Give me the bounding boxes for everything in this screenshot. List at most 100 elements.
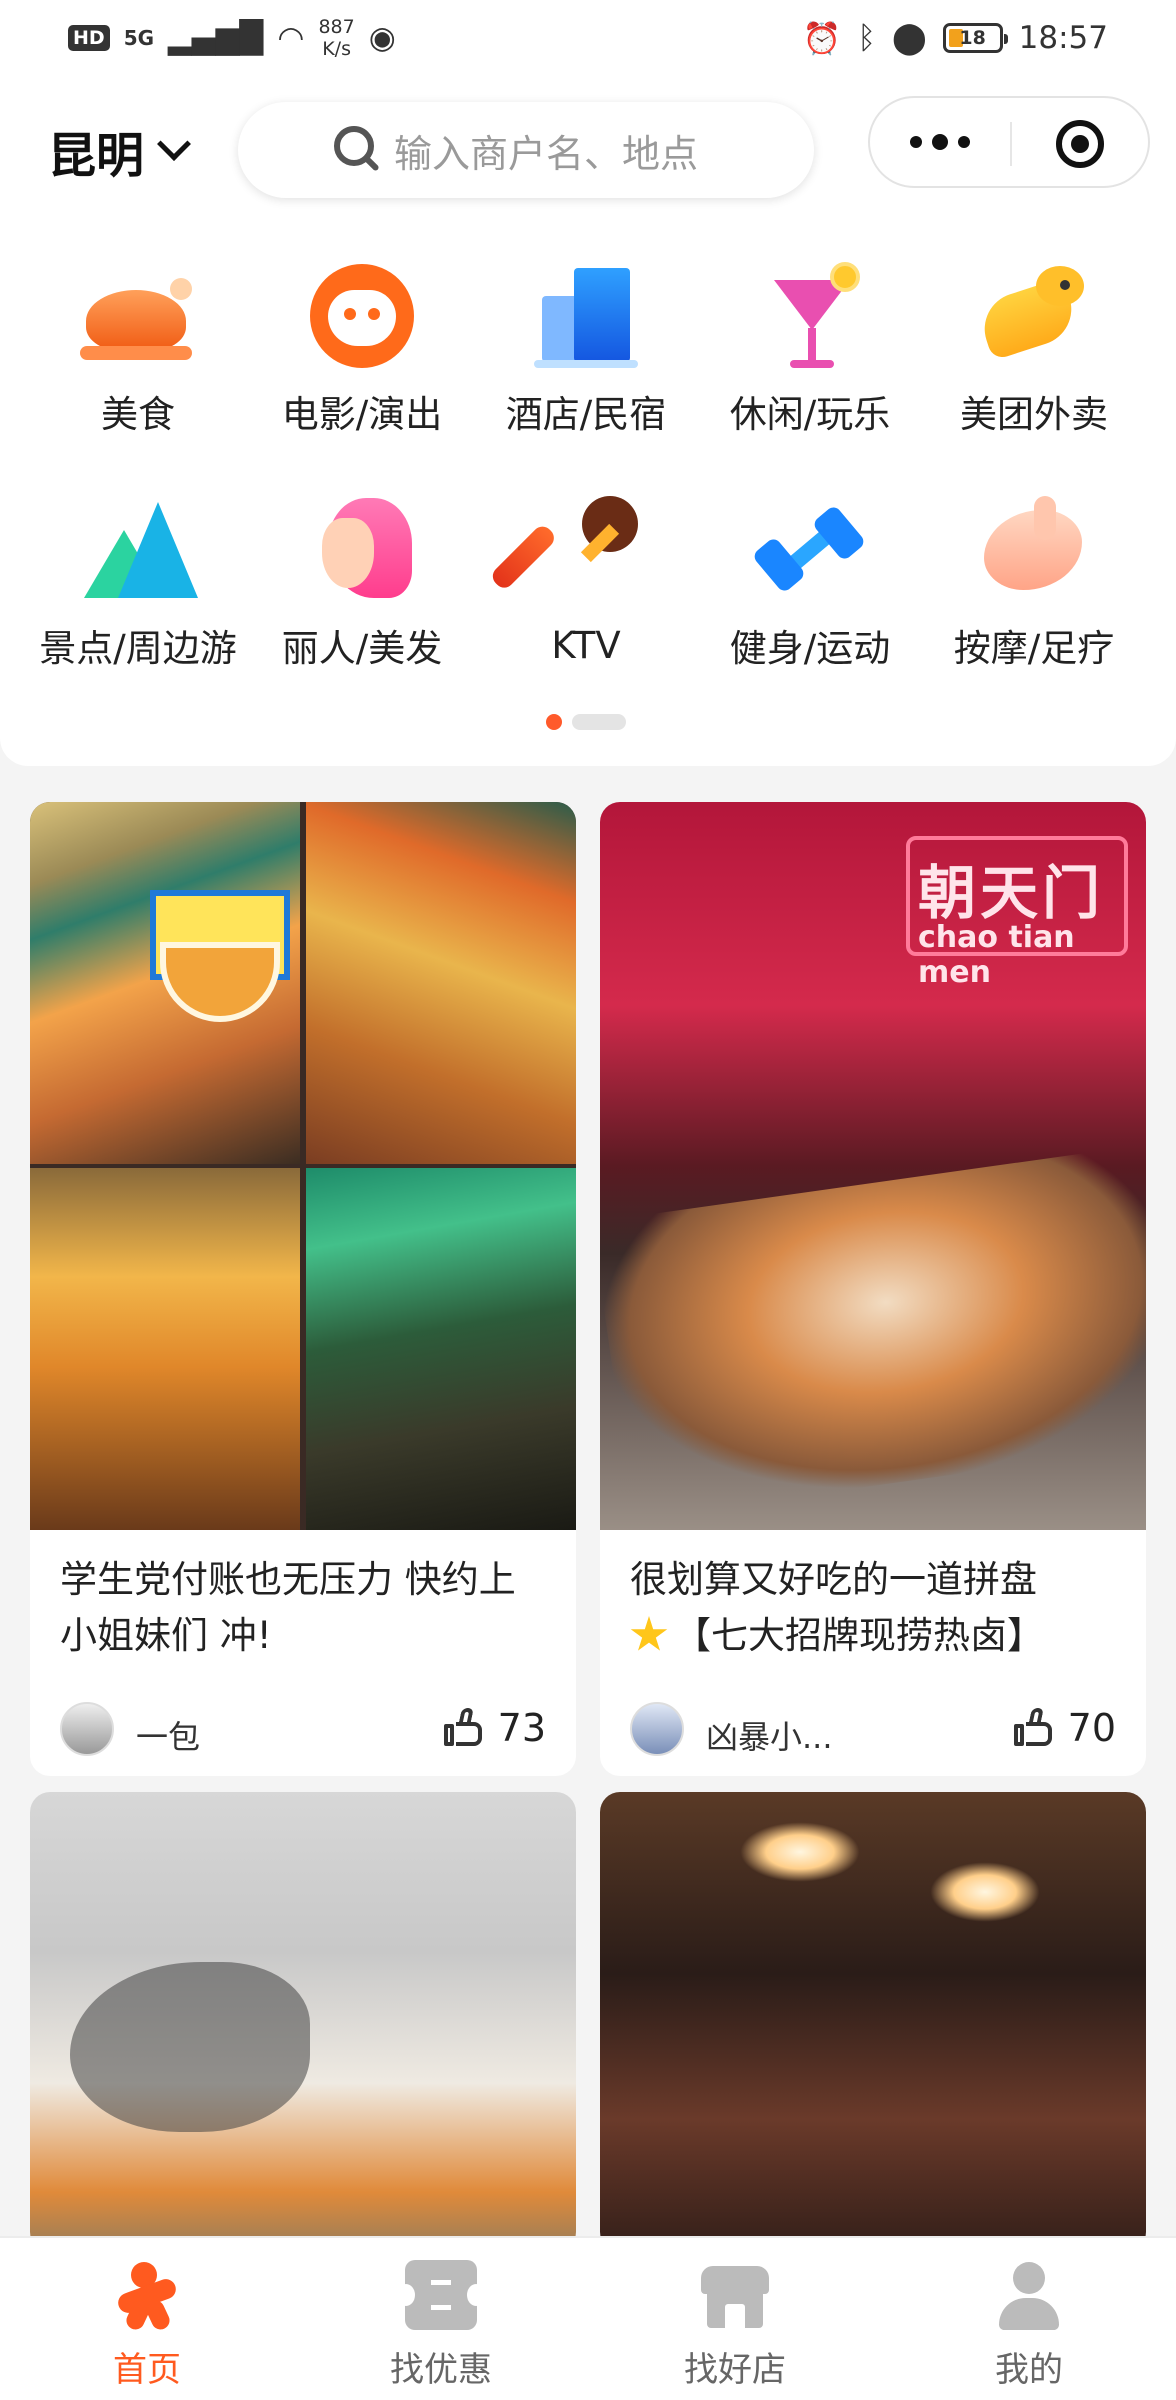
- like-count: 70: [1067, 1706, 1116, 1750]
- feed-title-line1: 很划算又好吃的一道拼盘: [630, 1558, 1037, 1601]
- category-label: 电影/演出: [281, 393, 443, 436]
- speed-unit: K/s: [322, 38, 351, 60]
- category-label: KTV: [551, 624, 621, 667]
- roast-chicken-icon: [78, 256, 198, 370]
- feed-card[interactable]: [30, 1792, 576, 2252]
- category-pager: [546, 714, 626, 730]
- home-mascot-icon: [111, 2260, 183, 2333]
- tab-shops[interactable]: 找好店: [588, 2238, 882, 2400]
- status-bar: HD 5G ▂▄▆█ ◠ 887 K/s ◉ ⏰ ᛒ ⬤ 18 18:57: [0, 0, 1176, 76]
- status-left: HD 5G ▂▄▆█ ◠ 887 K/s ◉: [68, 16, 396, 60]
- feed-title: 很划算又好吃的一道拼盘 【七大招牌现捞热卤】: [600, 1530, 1146, 1680]
- category-hotel[interactable]: 酒店/民宿: [474, 228, 698, 438]
- category-beauty[interactable]: 丽人/美发: [250, 462, 474, 672]
- more-icon[interactable]: [910, 130, 970, 154]
- feed-photo: [30, 1792, 576, 2252]
- kangaroo-icon: [974, 256, 1094, 370]
- network-speed: 887 K/s: [318, 16, 354, 60]
- photo-sign-text: 朝天门: [918, 859, 1105, 927]
- wifi-icon: ◠: [277, 20, 305, 56]
- thumbs-up-icon: [443, 1708, 484, 1748]
- like-button[interactable]: 70: [1013, 1706, 1116, 1750]
- mountain-icon: [78, 490, 198, 604]
- pager-dot-inactive: [572, 714, 626, 730]
- feed-card[interactable]: 朝天门 chao tian men 很划算又好吃的一道拼盘 【七大招牌现捞热卤】…: [600, 802, 1146, 1776]
- tab-me[interactable]: 我的: [882, 2238, 1176, 2400]
- battery-level: 18: [959, 27, 986, 49]
- feed-title: 学生党付账也无压力 快约上小姐妹们 冲!: [60, 1558, 516, 1657]
- feed-card[interactable]: 学生党付账也无压力 快约上小姐妹们 冲! 一包 73: [30, 802, 576, 1776]
- feed-photo: [600, 1792, 1146, 2252]
- tab-label: 我的: [995, 2350, 1063, 2390]
- like-button[interactable]: 73: [443, 1706, 546, 1750]
- category-massage[interactable]: 按摩/足疗: [922, 462, 1146, 672]
- speed-value: 887: [318, 16, 355, 38]
- feed-photo: 朝天门 chao tian men: [600, 802, 1146, 1530]
- category-label: 休闲/玩乐: [729, 393, 891, 436]
- feed-meta: 凶暴小... 70: [600, 1680, 1146, 1776]
- feed-meta: 一包 73: [30, 1680, 576, 1776]
- massage-hand-icon: [974, 490, 1094, 604]
- author-name[interactable]: 凶暴小...: [706, 1712, 833, 1758]
- feed-title-line2: 【七大招牌现捞热卤】: [674, 1614, 1044, 1657]
- woman-head-icon: [302, 490, 422, 604]
- miniprogram-capsule: [868, 96, 1150, 188]
- capsule-divider: [1010, 122, 1012, 166]
- alarm-icon: ⏰: [802, 20, 842, 57]
- search-bar[interactable]: 输入商户名、地点: [238, 102, 814, 198]
- chevron-down-icon: [157, 127, 191, 161]
- category-label: 美食: [101, 393, 175, 436]
- hd-indicator: HD: [68, 25, 110, 51]
- clock: 18:57: [1018, 20, 1108, 56]
- category-label: 健身/运动: [729, 627, 891, 670]
- dumbbell-icon: [750, 490, 870, 604]
- category-label: 美团外卖: [960, 393, 1108, 436]
- category-ktv[interactable]: KTV: [474, 462, 698, 672]
- category-label: 酒店/民宿: [505, 393, 667, 436]
- status-right: ⏰ ᛒ ⬤ 18 18:57: [803, 20, 1108, 57]
- avatar[interactable]: [60, 1702, 114, 1756]
- tab-label: 找好店: [684, 2350, 786, 2390]
- coupon-icon: [397, 2260, 485, 2330]
- like-count: 73: [497, 1706, 546, 1750]
- city-selector[interactable]: 昆明: [48, 116, 191, 186]
- tab-deals[interactable]: 找优惠: [294, 2238, 588, 2400]
- avatar[interactable]: [630, 1702, 684, 1756]
- app-header: 昆明 输入商户名、地点: [0, 76, 1176, 226]
- category-leisure[interactable]: 休闲/玩乐: [698, 228, 922, 438]
- tab-label: 首页: [113, 2350, 181, 2390]
- user-icon: [993, 2260, 1065, 2330]
- bluetooth-icon: ᛒ: [857, 20, 876, 56]
- category-movie[interactable]: 电影/演出: [250, 228, 474, 438]
- cat-face-icon: [302, 256, 422, 370]
- category-label: 丽人/美发: [281, 627, 443, 670]
- search-icon: [334, 126, 380, 174]
- close-target-icon[interactable]: [1056, 120, 1104, 168]
- cocktail-icon: [750, 256, 870, 370]
- pager-dot-active: [546, 714, 562, 730]
- tab-home[interactable]: 首页: [0, 2238, 294, 2400]
- eye-icon: ◉: [368, 20, 396, 56]
- network-type: 5G: [123, 26, 155, 50]
- shop-icon: [699, 2260, 771, 2330]
- feed-photo: [30, 802, 576, 1530]
- category-delivery[interactable]: 美团外卖: [922, 228, 1146, 438]
- star-icon: [630, 1616, 668, 1651]
- category-scenic[interactable]: 景点/周边游: [26, 462, 250, 672]
- photo-sign-subtext: chao tian men: [918, 920, 1075, 990]
- category-label: 景点/周边游: [39, 627, 237, 670]
- thumbs-up-icon: [1013, 1708, 1054, 1748]
- building-icon: [526, 256, 646, 370]
- city-name: 昆明: [48, 128, 145, 184]
- category-fitness[interactable]: 健身/运动: [698, 462, 922, 672]
- category-food[interactable]: 美食: [26, 228, 250, 438]
- feed-card[interactable]: [600, 1792, 1146, 2252]
- battery-icon: 18: [942, 23, 1008, 53]
- bottom-tab-bar: 首页 找优惠 找好店 我的: [0, 2236, 1176, 2400]
- author-name[interactable]: 一包: [136, 1712, 200, 1758]
- category-label: 按摩/足疗: [953, 627, 1115, 670]
- location-icon: ⬤: [891, 20, 927, 56]
- signal-icon: ▂▄▆█: [168, 20, 264, 56]
- microphone-icon: [488, 490, 646, 610]
- category-grid: 美食 电影/演出 酒店/民宿 休闲/玩乐 美团外卖 景点/周边游 丽人/美发 K…: [0, 226, 1176, 766]
